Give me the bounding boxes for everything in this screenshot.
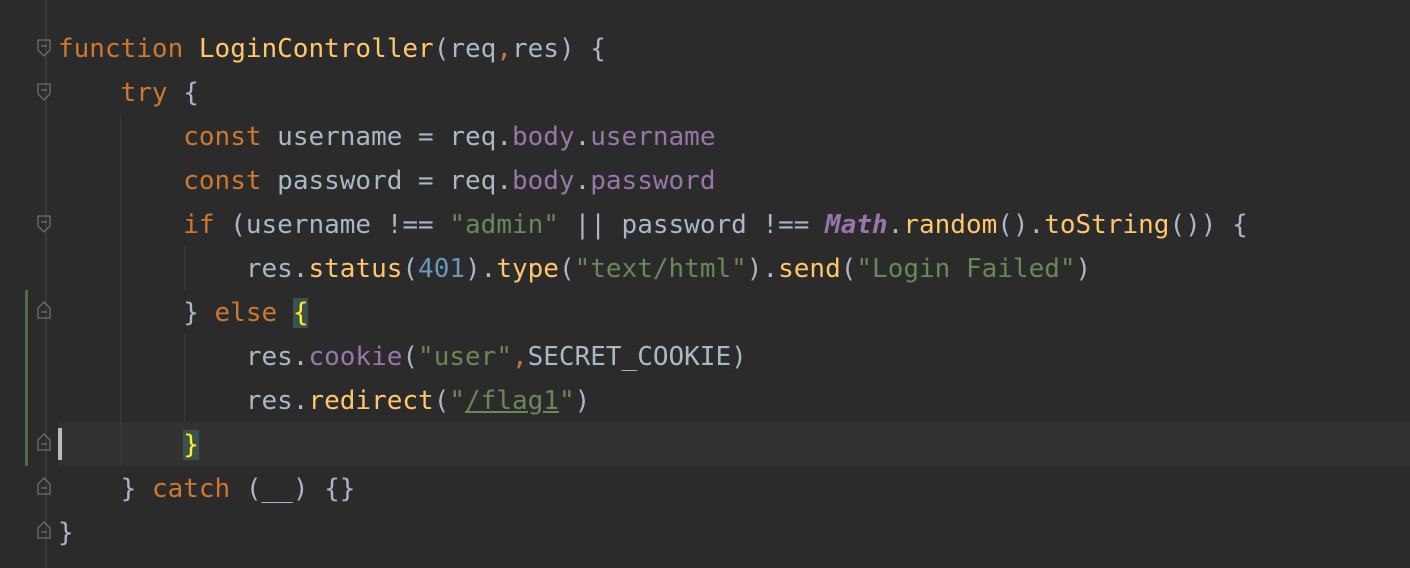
code-token: username = req.	[261, 122, 512, 152]
code-token: (username !==	[214, 210, 450, 240]
code-token: .	[574, 166, 591, 196]
code-token: random	[903, 210, 998, 240]
code-token: SECRET_COOKIE)	[527, 342, 747, 372]
code-token: "user"	[418, 342, 512, 372]
code-token: )	[1075, 254, 1092, 284]
code-token: ()) {	[1169, 210, 1248, 240]
code-line[interactable]: } catch (__) {}	[58, 467, 356, 511]
code-token: function	[58, 34, 184, 64]
code-token: (	[433, 386, 450, 416]
code-token: Math	[825, 210, 888, 240]
code-line[interactable]: }	[58, 511, 74, 555]
code-line[interactable]: } else {	[58, 291, 309, 335]
code-editor[interactable]: function LoginController(req,res) { try …	[0, 0, 1410, 568]
code-token: }	[183, 298, 215, 328]
code-line[interactable]: const username = req.body.username	[58, 115, 715, 159]
code-token: toString	[1044, 210, 1170, 240]
code-token: if	[183, 210, 215, 240]
code-token: password = req.	[261, 166, 512, 196]
code-token: const	[183, 122, 262, 152]
code-token: catch	[151, 474, 231, 504]
code-token: .	[887, 210, 904, 240]
code-token: (	[558, 254, 575, 284]
code-token: res.	[245, 254, 309, 284]
current-line-highlight	[58, 422, 1410, 466]
code-line[interactable]: if (username !== "admin" || password !==…	[58, 203, 1248, 247]
fold-open-icon[interactable]	[37, 301, 51, 319]
matched-brace: {	[292, 298, 309, 328]
code-token: "text/html"	[574, 254, 747, 284]
code-token: cookie	[308, 342, 403, 372]
code-line[interactable]: try {	[58, 71, 199, 115]
url-link[interactable]: /flag1	[465, 386, 559, 416]
code-token: ).	[465, 254, 497, 284]
code-line[interactable]: res.cookie("user",SECRET_COOKIE)	[58, 335, 747, 379]
code-token: || password !==	[558, 210, 826, 240]
code-token: .	[574, 122, 591, 152]
code-token: }	[58, 518, 74, 548]
code-token: status	[308, 254, 403, 284]
code-token: password	[590, 166, 716, 196]
code-token: ).	[746, 254, 779, 284]
code-token: send	[778, 254, 841, 284]
code-token: (	[402, 342, 419, 372]
fold-open-icon[interactable]	[37, 83, 51, 101]
code-token: ,	[496, 34, 512, 64]
code-line[interactable]: }	[58, 423, 199, 467]
code-token: "admin"	[449, 210, 559, 240]
code-token: redirect	[308, 386, 434, 416]
vcs-change-marker[interactable]	[25, 290, 28, 466]
code-token: const	[183, 166, 262, 196]
code-token: else	[214, 298, 278, 328]
code-token: res.	[245, 386, 309, 416]
code-token: (req	[433, 34, 497, 64]
fold-close-icon[interactable]	[37, 477, 51, 495]
code-token: "Login Failed"	[856, 254, 1076, 284]
matched-brace: }	[183, 430, 199, 460]
code-token: "	[558, 386, 575, 416]
code-line[interactable]: res.redirect("/flag1")	[58, 379, 590, 423]
text-caret	[58, 428, 62, 460]
fold-close-icon[interactable]	[37, 521, 51, 539]
code-token: type	[496, 254, 559, 284]
code-token: username	[590, 122, 716, 152]
code-token: )	[574, 386, 591, 416]
fold-open-icon[interactable]	[37, 215, 51, 233]
code-token: ().	[997, 210, 1045, 240]
code-token: }	[120, 474, 152, 504]
code-token: body	[511, 166, 575, 196]
code-token: LoginController	[198, 34, 434, 64]
code-token: ,	[511, 342, 528, 372]
code-token: (__) {}	[230, 474, 356, 504]
code-token: 401	[418, 254, 466, 284]
code-line[interactable]: function LoginController(req,res) {	[58, 27, 606, 71]
code-line[interactable]: res.status(401).type("text/html").send("…	[58, 247, 1091, 291]
fold-close-icon[interactable]	[37, 433, 51, 451]
code-token: {	[167, 78, 199, 108]
code-token: try	[120, 78, 168, 108]
code-token: body	[511, 122, 575, 152]
code-token: (	[402, 254, 419, 284]
fold-open-icon[interactable]	[37, 39, 51, 57]
code-token: res) {	[511, 34, 606, 64]
code-token: (	[840, 254, 857, 284]
code-token: "	[449, 386, 466, 416]
code-token: res.	[245, 342, 309, 372]
code-line[interactable]: const password = req.body.password	[58, 159, 715, 203]
